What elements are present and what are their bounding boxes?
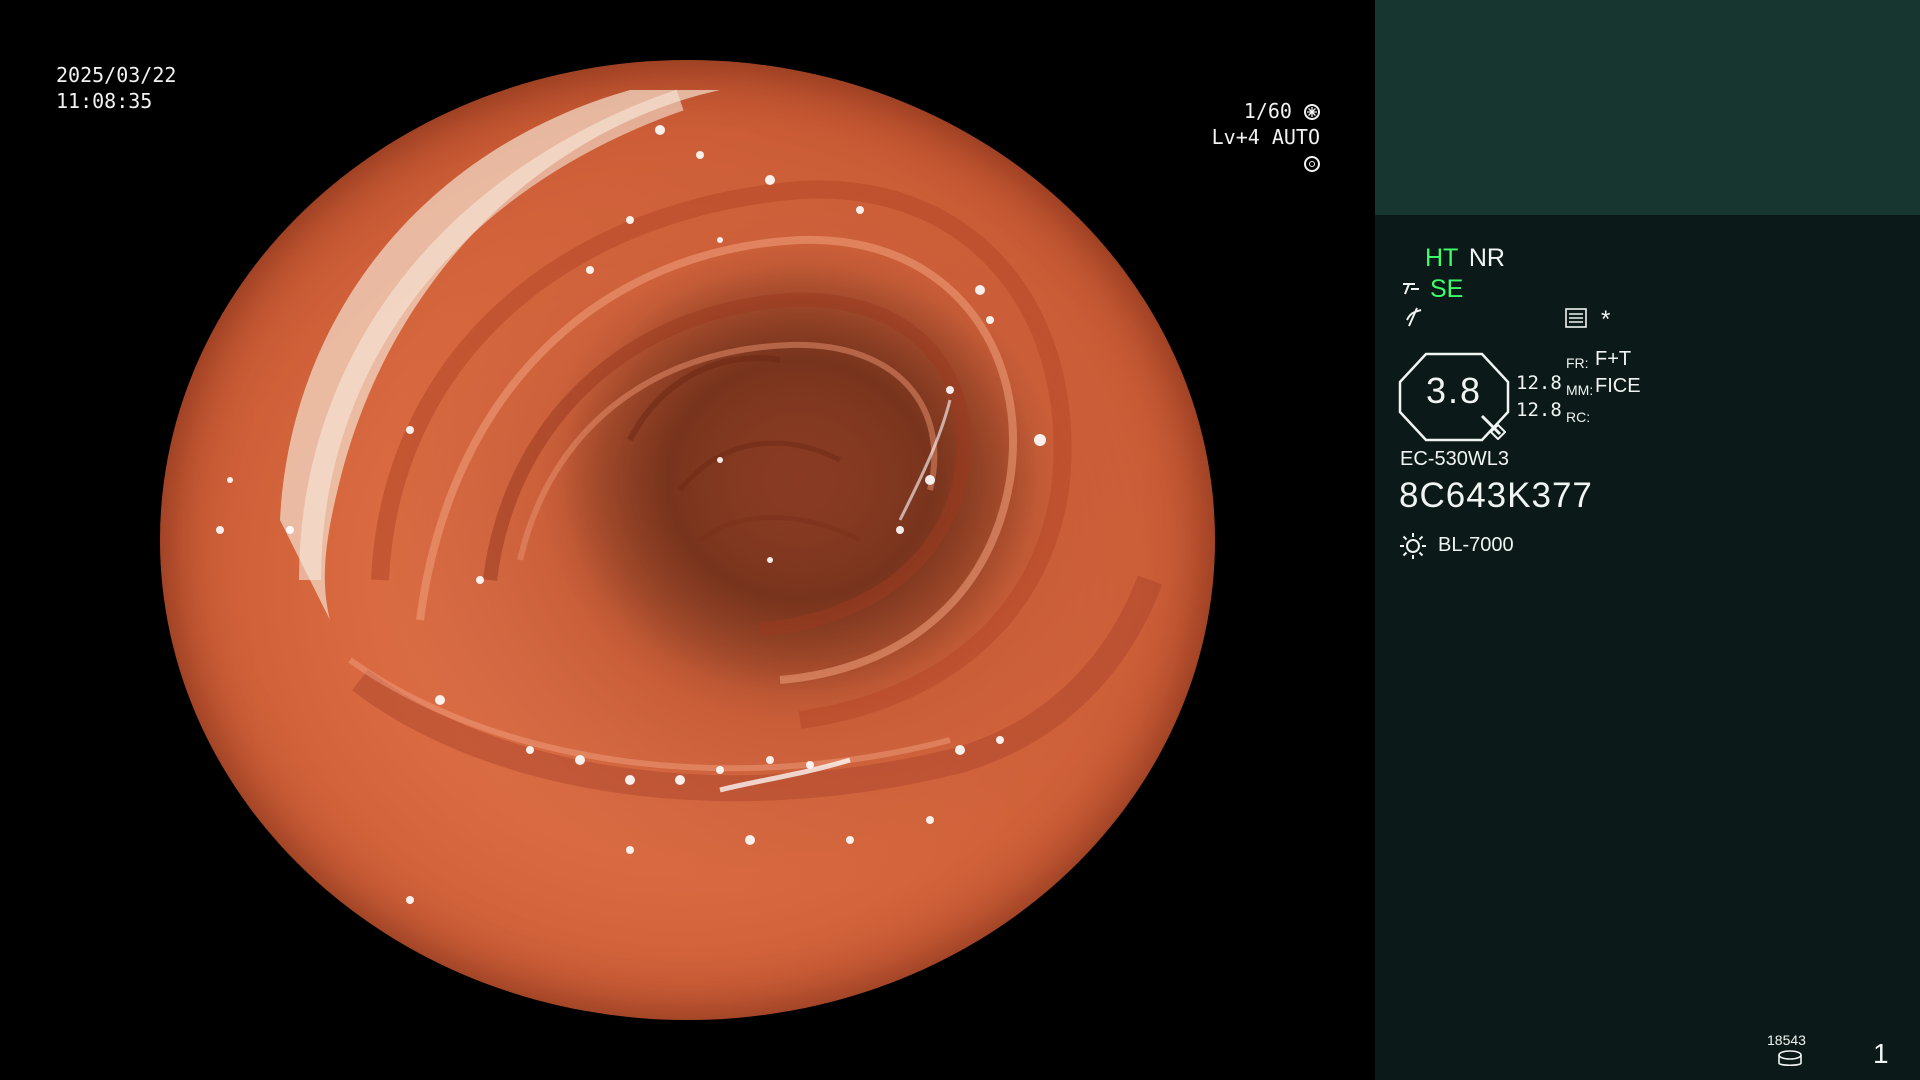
- enhance-icon: [1403, 306, 1425, 332]
- exposure-mode-text: AUTO: [1271, 125, 1320, 149]
- scope-param-labels: FR: MM: RC:: [1566, 350, 1593, 431]
- asterisk-mark: *: [1601, 306, 1611, 333]
- mode-nr: NR: [1468, 244, 1505, 272]
- scope-model: EC-530WL3: [1400, 448, 1509, 470]
- aperture-icon: [1304, 104, 1320, 120]
- fr-value: F+T: [1595, 348, 1632, 370]
- endoscope-image-texture: [216, 89, 1163, 934]
- mode-ht: HT: [1425, 244, 1458, 272]
- mm-value: FICE: [1595, 375, 1641, 397]
- exposure-row: Lv+4 AUTO: [1195, 124, 1320, 176]
- panel-header-area: [1375, 0, 1920, 215]
- value-2: 12.8: [1516, 399, 1562, 421]
- rc-label: RC:: [1566, 409, 1591, 425]
- scope-diameter-text: 3.8: [1425, 370, 1483, 411]
- scope-tip-icon: [1478, 412, 1507, 444]
- se-mode-icon: [1401, 276, 1423, 295]
- value-1: 12.8: [1516, 372, 1562, 394]
- image-count: 18543: [1767, 1032, 1806, 1048]
- fr-label: FR:: [1566, 355, 1589, 371]
- date-text: 2025/03/22: [56, 63, 177, 87]
- storage-disk-icon: [1777, 1050, 1803, 1072]
- time-text: 11:08:35: [56, 89, 153, 113]
- scope-param-values: F+T FICE: [1595, 346, 1641, 400]
- mode-se: SE: [1429, 275, 1464, 303]
- status-panel: HT NR SE * 3.8 12.8 12.8 FR: MM: RC: F+T…: [1375, 0, 1920, 1080]
- iris-icon: [1304, 156, 1320, 172]
- light-source-text: BL-7000: [1438, 534, 1514, 556]
- mode-row-1: HT NR: [1425, 244, 1505, 273]
- level-text: Lv+4: [1211, 125, 1260, 149]
- shutter-text: 1/60: [1243, 99, 1292, 123]
- sun-icon: [1399, 532, 1427, 564]
- mm-label: MM:: [1566, 382, 1594, 398]
- date-time: 2025/03/22 11:08:35: [56, 62, 176, 114]
- scope-values: 12.8 12.8: [1516, 370, 1562, 424]
- settings-list-icon: [1565, 308, 1587, 332]
- endoscope-image: [160, 60, 1215, 1020]
- scope-diameter-badge: 3.8: [1398, 352, 1510, 442]
- mode-row-2: SE: [1401, 275, 1463, 304]
- page-number: 1: [1873, 1038, 1889, 1069]
- shutter-row: 1/60: [1195, 98, 1320, 124]
- exposure-info: 1/60 Lv+4 AUTO: [1195, 98, 1320, 176]
- scope-serial: 8C643K377: [1399, 476, 1593, 515]
